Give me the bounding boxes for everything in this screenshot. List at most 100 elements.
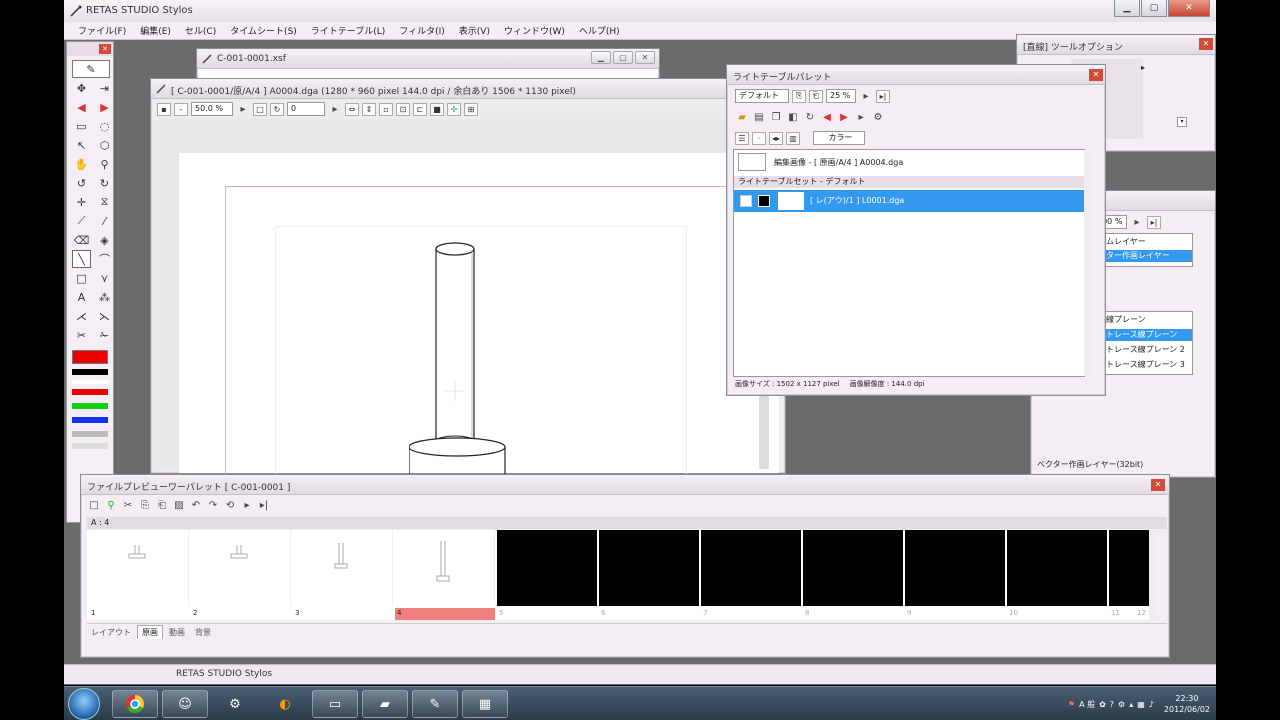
frame-thumb[interactable] [189, 530, 291, 606]
layer-item[interactable]: ムレイヤー [1102, 236, 1192, 248]
open-folder-icon[interactable]: ▰ [735, 110, 749, 124]
redo-icon[interactable]: ↷ [206, 498, 220, 512]
onion-icon[interactable]: ◂▸ [769, 131, 783, 145]
settings-tray-icon[interactable]: ⚙ [1118, 700, 1125, 709]
xsf-maximize-button[interactable]: ▢ [613, 51, 633, 64]
snap-icon[interactable]: ⊞ [464, 102, 478, 116]
color-mode-select[interactable]: カラー [813, 131, 865, 145]
layer-item-selected[interactable]: ター作画レイヤー [1102, 250, 1192, 262]
arrow-right-icon[interactable]: ▶ [837, 110, 851, 124]
menu-file[interactable]: ファイル(F) [78, 24, 126, 37]
help-icon[interactable]: ? [1110, 700, 1114, 709]
zoom-arrow-icon[interactable]: ▸ [236, 102, 250, 116]
frame-thumb-empty[interactable] [497, 530, 597, 606]
line-tool-icon[interactable]: ╲ [72, 250, 91, 268]
start-button[interactable] [68, 688, 100, 720]
scissors-icon[interactable]: ✂ [72, 326, 91, 344]
network-icon[interactable]: ▦ [1137, 700, 1145, 709]
cut-alt-icon[interactable]: ✁ [95, 326, 114, 344]
bucket-icon[interactable]: ◈ [95, 231, 114, 249]
play-icon[interactable]: ▸ [854, 110, 868, 124]
stamp-icon[interactable]: ⁂ [95, 288, 114, 306]
maximize-button[interactable]: ▢ [1141, 0, 1167, 17]
tool-palette-close-icon[interactable]: ✕ [99, 44, 111, 54]
color-white-swatch[interactable] [72, 380, 108, 384]
opacity-end-icon[interactable]: ▸| [876, 89, 890, 103]
main-color-swatch[interactable] [72, 350, 108, 364]
mask-icon[interactable]: ■ [430, 102, 444, 116]
frame-thumb-empty[interactable] [1007, 530, 1107, 606]
end-icon[interactable]: ▸| [257, 498, 271, 512]
app-title-bar[interactable]: RETAS STUDIO Stylos ▁ ▢ ✕ [64, 0, 1216, 22]
rect-select-icon[interactable]: ▭ [72, 117, 91, 135]
play-preview-icon[interactable]: ▸ [240, 498, 254, 512]
frame-thumb[interactable] [87, 530, 189, 606]
lighttable-scrollbar[interactable] [1084, 150, 1092, 376]
trace-icon[interactable]: ⋌ [72, 307, 91, 325]
frame-thumb[interactable] [291, 530, 393, 606]
lasso-icon[interactable]: ◌ [95, 117, 114, 135]
arrow-left-icon[interactable]: ◀ [820, 110, 834, 124]
xsf-minimize-button[interactable]: ▁ [591, 51, 611, 64]
tool-options-close-icon[interactable]: ✕ [1199, 38, 1213, 50]
duplicate-icon[interactable]: ❐ [769, 110, 783, 124]
plane-item[interactable]: トレース線プレーン 2 [1102, 344, 1192, 356]
ruler-icon[interactable]: ⊏ [413, 102, 427, 116]
filter-tool-icon[interactable]: ⧖ [95, 193, 114, 211]
color-gray-swatch[interactable] [72, 431, 108, 437]
color-swatch-icon[interactable] [758, 195, 770, 207]
register-icon[interactable]: ◧ [786, 110, 800, 124]
zoom-tool-icon[interactable]: ⚲ [95, 155, 114, 173]
fit-icon[interactable]: ▪ [157, 102, 171, 116]
option-arrow-icon[interactable]: ▸ [1141, 63, 1145, 72]
zoom-out-icon[interactable]: - [174, 102, 188, 116]
undo-icon[interactable]: ↶ [189, 498, 203, 512]
previewer-close-icon[interactable]: ✕ [1151, 479, 1165, 491]
move-icon[interactable]: ✣ [447, 102, 461, 116]
paste-frame-icon[interactable]: ⎗ [155, 498, 169, 512]
rect-tool-icon[interactable]: □ [72, 269, 91, 287]
new-icon[interactable]: □ [87, 498, 101, 512]
search-icon[interactable]: ⚲ [104, 498, 118, 512]
color-red-swatch[interactable] [72, 389, 108, 395]
option-dropdown-icon[interactable]: ▾ [1177, 117, 1187, 127]
pen-tool-icon[interactable]: ✎ [72, 60, 110, 78]
color-blue-swatch[interactable] [72, 417, 108, 423]
menu-cell[interactable]: セル(C) [185, 24, 216, 37]
lighttable-set-row[interactable]: [ レ(アウ)/1 ] L0001.dga [734, 190, 1084, 212]
lighttable-palette[interactable]: ライトテーブルパレット ✕ デフォルト ⎘ ⎗ 25 % ▸ ▸| ▰ ▤ ❐ … [726, 64, 1106, 396]
split-icon[interactable]: ▥ [786, 131, 800, 145]
file-previewer-palette[interactable]: ファイルプレビューワーパレット [ C-001-0001 ] ✕ □ ⚲ ✂ ⎘… [80, 474, 1170, 658]
menu-view[interactable]: 表示(V) [459, 24, 490, 37]
zoom-field[interactable]: 50.0 % [191, 102, 233, 116]
menu-edit[interactable]: 編集(E) [140, 24, 171, 37]
view-mode-icon[interactable]: ☰ [735, 131, 749, 145]
copy-icon[interactable]: ⎘ [792, 89, 806, 103]
window-taskbar-icon[interactable]: ▭ [312, 690, 358, 718]
clock[interactable]: 22:30 2012/06/02 [1164, 693, 1210, 715]
minimize-button[interactable]: ▁ [1114, 0, 1140, 17]
next-icon[interactable]: ▶ [95, 98, 114, 116]
canvas-viewport[interactable] [159, 119, 825, 486]
preset-select[interactable]: デフォルト [735, 89, 789, 103]
settings-icon[interactable]: ⚙ [871, 110, 885, 124]
layer-opacity-arrow-icon[interactable]: ▸ [1130, 215, 1144, 229]
explorer-taskbar-icon[interactable]: ▦ [462, 690, 508, 718]
rotate-right-icon[interactable]: ↻ [95, 174, 114, 192]
ime-tools-icon[interactable]: ✿ [1099, 700, 1106, 709]
cut-icon[interactable]: ✂ [121, 498, 135, 512]
menu-lighttable[interactable]: ライトテーブル(L) [311, 24, 386, 37]
rotate-icon[interactable]: ↻ [270, 102, 284, 116]
opacity-arrow-icon[interactable]: ▸ [859, 89, 873, 103]
brush-icon[interactable]: ⁄ [95, 212, 114, 230]
crosshair-icon[interactable]: ✛ [72, 193, 91, 211]
chrome-taskbar-icon[interactable] [112, 690, 158, 718]
plane-item-selected[interactable]: トレース線プレーン [1102, 329, 1192, 341]
expand-tray-icon[interactable]: ▴ [1129, 700, 1133, 709]
flag-icon[interactable]: ⚑ [1068, 700, 1075, 709]
frame-strip-scrollbar[interactable] [1149, 530, 1157, 620]
lighttable-close-icon[interactable]: ✕ [1089, 69, 1103, 81]
volume-icon[interactable]: ♪ [1149, 700, 1154, 709]
angle-arrow-icon[interactable]: ▸ [328, 102, 342, 116]
rotate-tool-icon[interactable]: ↺ [72, 174, 91, 192]
